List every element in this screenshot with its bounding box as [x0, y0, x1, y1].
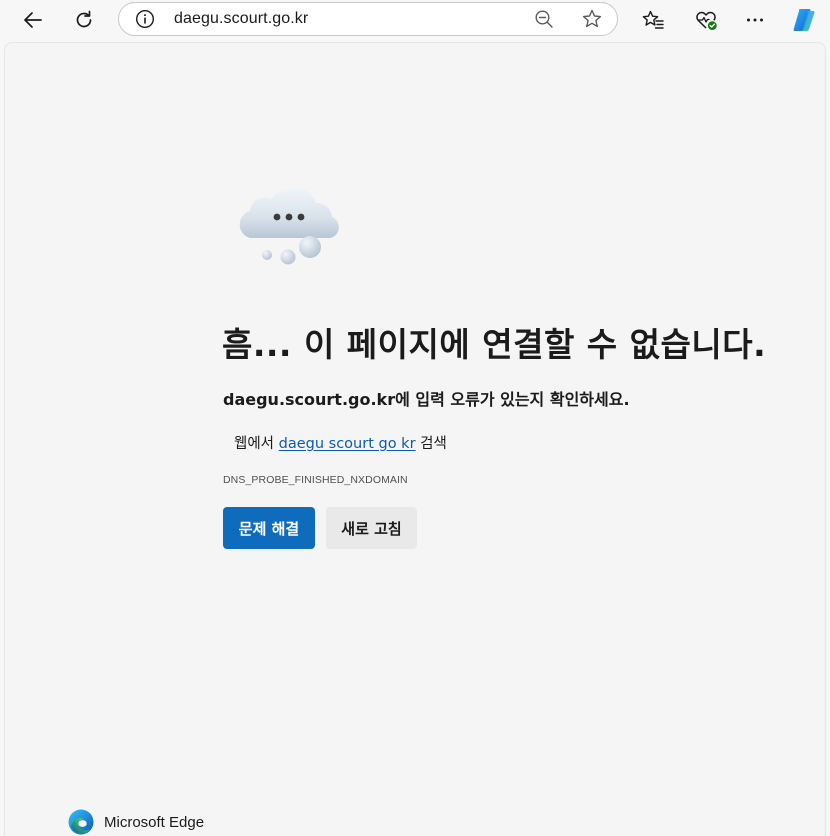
browser-window: daegu.scourt.go.kr 흠... 이 페이지에 연결할 수 없습니…: [0, 0, 830, 836]
browser-toolbar: daegu.scourt.go.kr: [0, 0, 830, 42]
info-icon[interactable]: [135, 9, 155, 29]
error-code: DNS_PROBE_FINISHED_NXDOMAIN: [223, 474, 408, 486]
back-button[interactable]: [17, 4, 49, 36]
favorites-button[interactable]: [637, 4, 669, 36]
edge-logo-icon: [68, 809, 94, 835]
search-prefix: 웹에서: [234, 436, 275, 452]
search-suggestion: 웹에서 daegu scourt go kr 검색: [234, 432, 447, 453]
refresh-page-button[interactable]: 새로 고침: [326, 507, 417, 549]
brand-name: Microsoft Edge: [104, 813, 205, 831]
zoom-out-icon[interactable]: [533, 8, 555, 30]
copilot-icon: [793, 9, 815, 31]
error-headline: 흠... 이 페이지에 연결할 수 없습니다.: [222, 325, 767, 364]
refresh-button[interactable]: [68, 4, 100, 36]
back-arrow-icon: [24, 12, 42, 28]
more-button[interactable]: [739, 4, 771, 36]
more-dots-icon: [747, 18, 763, 22]
edge-branding: Microsoft Edge: [68, 808, 204, 836]
cloud-icon: [239, 186, 339, 265]
address-bar[interactable]: daegu.scourt.go.kr: [118, 2, 618, 36]
star-icon[interactable]: [581, 8, 603, 30]
search-suffix: 검색: [420, 436, 447, 452]
browser-essentials-button[interactable]: [690, 4, 722, 36]
favorites-icon: [642, 10, 664, 29]
heart-pulse-icon: [696, 11, 717, 30]
error-subtext: daegu.scourt.go.kr에 입력 오류가 있는지 확인하세요.: [223, 390, 630, 409]
search-web-link[interactable]: daegu scourt go kr: [279, 436, 416, 452]
url-text[interactable]: daegu.scourt.go.kr: [174, 10, 308, 28]
copilot-button[interactable]: [788, 4, 820, 36]
troubleshoot-button[interactable]: 문제 해결: [223, 507, 315, 549]
refresh-icon: [76, 10, 92, 28]
